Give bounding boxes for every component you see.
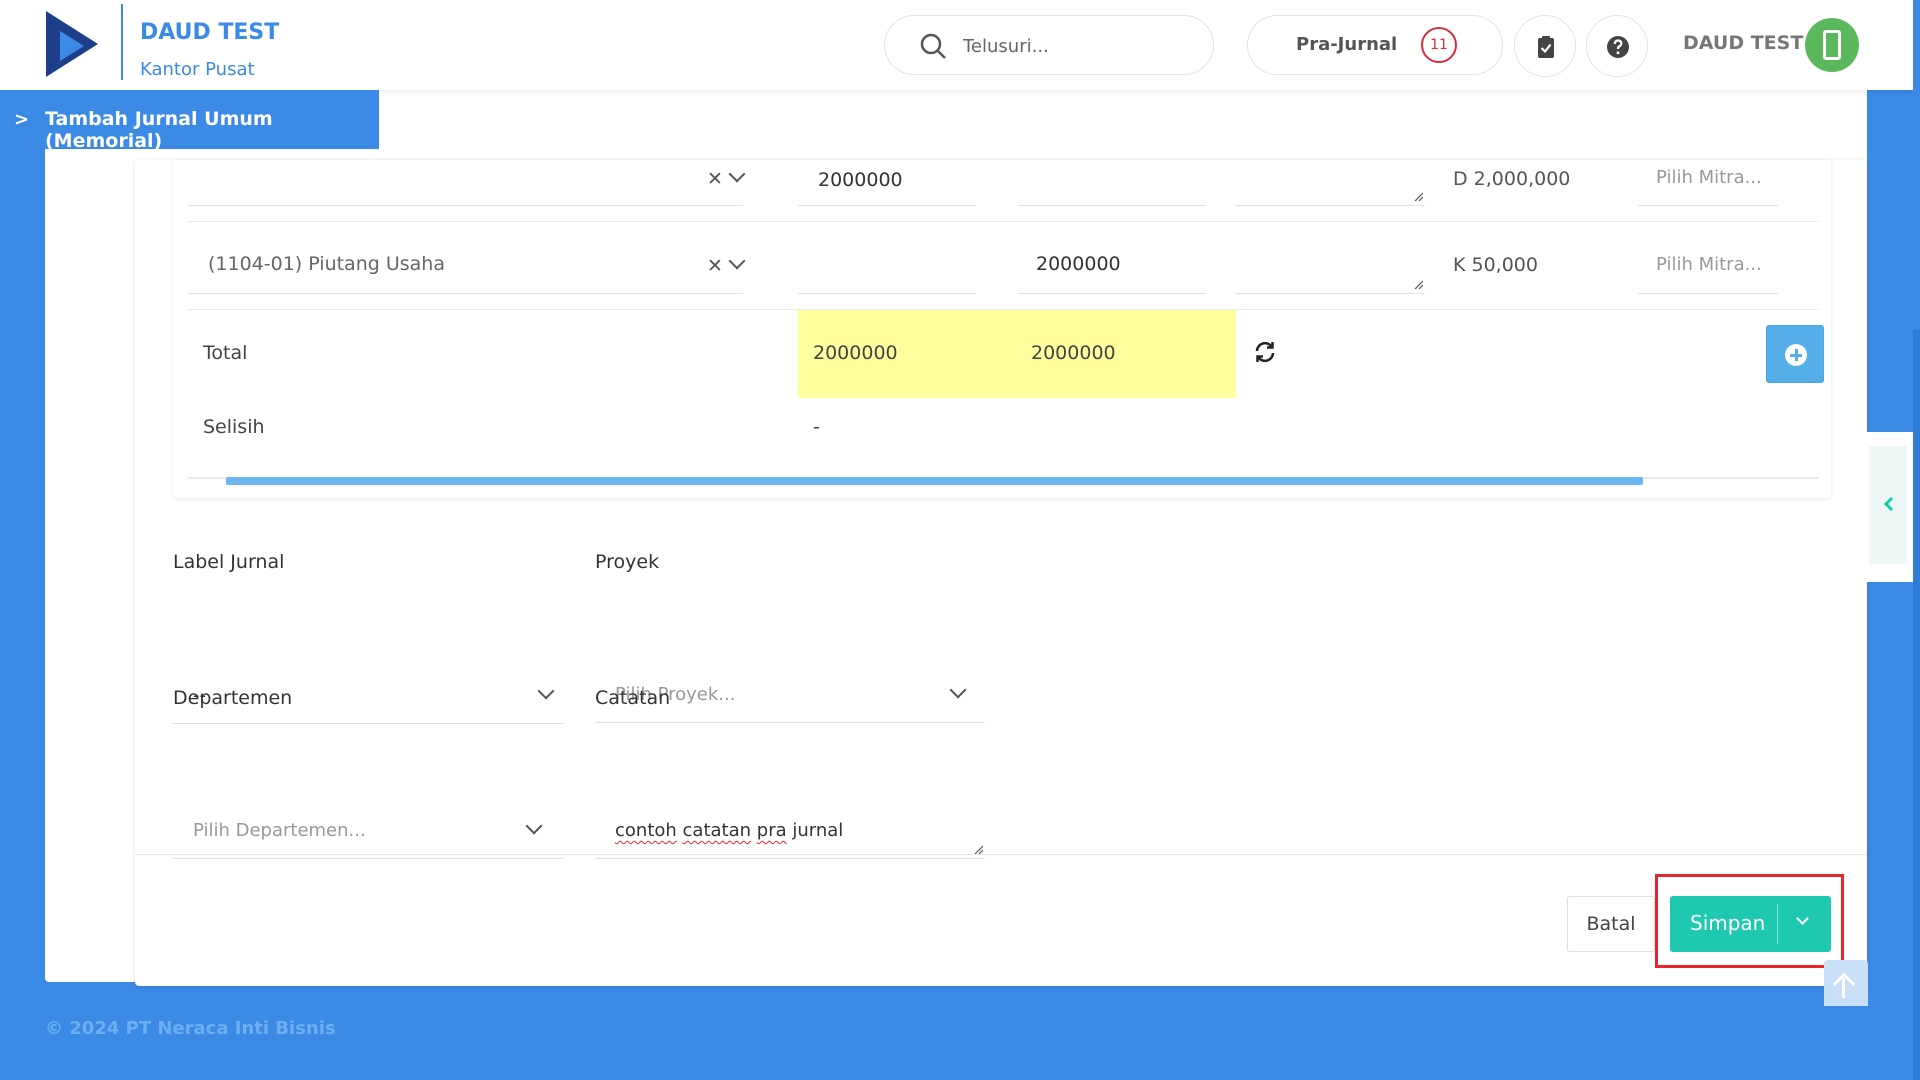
balance-value: K 50,000 — [1453, 254, 1538, 276]
journal-table: ✕ 2000000 D 2,000,000 Pilih Mitra... (11… — [173, 160, 1831, 498]
mitra-select[interactable]: Pilih Mitra... — [1638, 248, 1778, 294]
footer-divider — [135, 854, 1867, 855]
mitra-select[interactable]: Pilih Mitra... — [1638, 160, 1778, 206]
arrow-up-stem — [1842, 978, 1845, 998]
user-avatar[interactable] — [1805, 18, 1859, 72]
prajurnal-button[interactable]: Pra-Jurnal 11 — [1247, 15, 1503, 75]
top-header: DAUD TEST Kantor Pusat Pra-Jurnal 11 DAU… — [0, 0, 1913, 90]
debit-input[interactable]: 2000000 — [798, 160, 976, 206]
balance-value: D 2,000,000 — [1453, 168, 1571, 190]
debit-input[interactable] — [798, 248, 976, 294]
catatan-textarea[interactable]: contoh catatan pra jurnal — [595, 803, 985, 859]
scroll-to-top-button[interactable] — [1824, 960, 1868, 1006]
refresh-icon[interactable] — [1253, 340, 1277, 364]
chevron-down-icon — [537, 682, 555, 700]
plus-circle-icon — [1785, 344, 1807, 366]
total-credit: 2000000 — [1031, 342, 1116, 364]
departemen-placeholder: Pilih Departemen... — [193, 820, 366, 841]
credit-input[interactable] — [1018, 160, 1206, 206]
company-name: DAUD TEST — [140, 20, 280, 45]
search-input[interactable] — [963, 30, 1193, 62]
resize-handle-icon[interactable] — [973, 844, 983, 854]
catatan-label: Catatan — [595, 687, 671, 709]
total-label: Total — [203, 342, 248, 364]
label-jurnal-label: Label Jurnal — [173, 551, 285, 573]
departemen-select[interactable]: Pilih Departemen... — [173, 803, 563, 859]
account-select-value: (1104-01) Piutang Usaha — [208, 253, 445, 275]
debit-value: 2000000 — [818, 169, 903, 191]
journal-card: ✕ 2000000 D 2,000,000 Pilih Mitra... (11… — [135, 160, 1867, 986]
help-button[interactable] — [1586, 15, 1648, 77]
chevron-right-icon: > — [14, 109, 30, 130]
search-box[interactable] — [884, 15, 1214, 75]
credit-input[interactable]: 2000000 — [1018, 248, 1206, 294]
mitra-placeholder: Pilih Mitra... — [1656, 254, 1762, 275]
question-circle-icon — [1607, 36, 1629, 58]
brand-divider — [121, 4, 123, 80]
page-vertical-scrollbar[interactable] — [1913, 330, 1920, 1080]
credit-value: 2000000 — [1036, 253, 1121, 275]
save-highlight-box — [1655, 874, 1844, 968]
account-select[interactable] — [188, 160, 743, 206]
total-debit: 2000000 — [813, 342, 898, 364]
account-select[interactable]: (1104-01) Piutang Usaha — [188, 248, 743, 294]
catatan-word: contoh — [615, 820, 677, 841]
catatan-word: pra — [756, 820, 787, 841]
chevron-down-icon — [525, 817, 543, 835]
page-tab[interactable]: > Tambah Jurnal Umum (Memorial) — [0, 90, 379, 152]
footer-copyright: © 2024 PT Neraca Inti Bisnis — [45, 1018, 336, 1039]
description-textarea[interactable] — [1235, 160, 1425, 206]
cancel-button[interactable]: Batal — [1567, 896, 1655, 952]
add-row-button[interactable] — [1766, 325, 1824, 383]
chevron-down-icon — [949, 681, 967, 699]
resize-handle-icon[interactable] — [1413, 191, 1423, 201]
search-icon — [920, 33, 946, 59]
description-textarea[interactable] — [1235, 248, 1425, 294]
clear-icon[interactable]: ✕ — [707, 168, 723, 190]
clipboard-check-icon — [1538, 36, 1554, 58]
tasks-button[interactable] — [1514, 15, 1576, 77]
prajurnal-label: Pra-Jurnal — [1296, 34, 1398, 55]
selisih-label: Selisih — [203, 416, 265, 438]
selisih-value: - — [813, 416, 820, 438]
mitra-placeholder: Pilih Mitra... — [1656, 167, 1762, 188]
side-panel-toggle[interactable] — [1866, 432, 1913, 582]
catatan-value: contoh catatan pra jurnal — [615, 820, 843, 841]
resize-handle-icon[interactable] — [1413, 279, 1423, 289]
prajurnal-count-badge: 11 — [1421, 27, 1457, 63]
clear-icon[interactable]: ✕ — [707, 255, 723, 277]
catatan-word: jurnal — [792, 820, 844, 841]
chevron-left-icon — [1883, 496, 1899, 512]
user-name[interactable]: DAUD TEST — [1683, 32, 1803, 54]
departemen-label: Departemen — [173, 687, 293, 709]
proyek-label: Proyek — [595, 551, 660, 573]
side-panel-toggle-inner — [1869, 446, 1907, 564]
page-title: Tambah Jurnal Umum (Memorial) — [45, 108, 273, 152]
table-horizontal-scrollbar[interactable] — [226, 477, 1643, 485]
catatan-word: catatan — [682, 820, 752, 841]
office-name: Kantor Pusat — [140, 59, 255, 80]
mobile-icon — [1823, 30, 1841, 60]
main-content: ✕ 2000000 D 2,000,000 Pilih Mitra... (11… — [45, 80, 1867, 986]
app-logo-icon[interactable] — [46, 11, 98, 77]
